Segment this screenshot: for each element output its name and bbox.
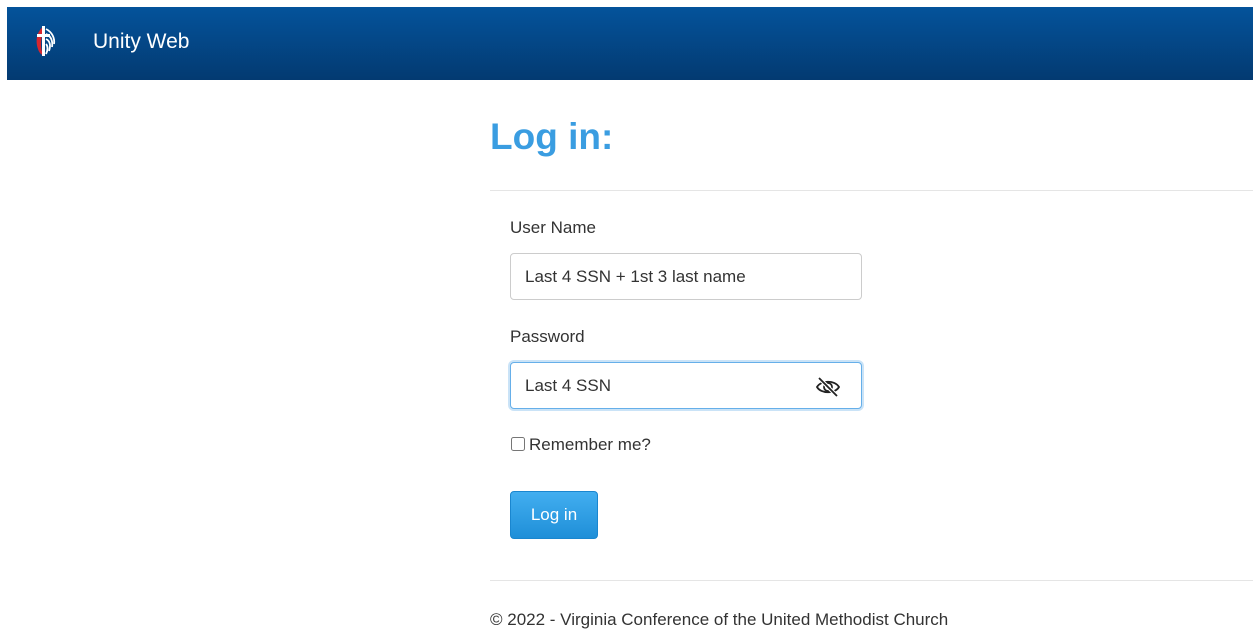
page-title: Log in: bbox=[490, 116, 614, 157]
password-field[interactable] bbox=[510, 362, 862, 409]
cross-and-flame-icon[interactable] bbox=[32, 23, 56, 57]
username-field[interactable] bbox=[510, 253, 862, 300]
password-input[interactable] bbox=[525, 363, 805, 408]
login-button[interactable]: Log in bbox=[510, 491, 598, 539]
top-navbar: Unity Web bbox=[7, 7, 1253, 80]
brand-name[interactable]: Unity Web bbox=[93, 30, 189, 54]
password-label: Password bbox=[510, 327, 585, 346]
footer-copyright: © 2022 - Virginia Conference of the Unit… bbox=[490, 610, 949, 629]
remember-me-checkbox[interactable] bbox=[511, 437, 525, 451]
divider bbox=[490, 190, 1253, 191]
remember-me[interactable]: Remember me? bbox=[510, 435, 651, 455]
username-label: User Name bbox=[510, 218, 596, 237]
remember-me-label: Remember me? bbox=[529, 435, 651, 454]
username-input[interactable] bbox=[525, 254, 805, 299]
divider bbox=[490, 580, 1253, 581]
eye-slash-icon[interactable] bbox=[813, 375, 843, 399]
